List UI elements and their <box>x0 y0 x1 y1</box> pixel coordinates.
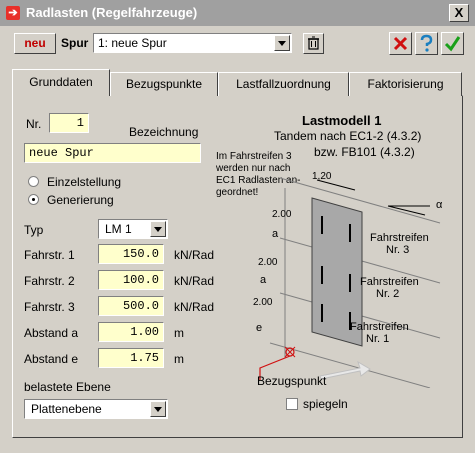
fahrstr2-label: Fahrstr. 2 <box>24 274 75 288</box>
dim-2-00-a: 2.00 <box>272 209 292 220</box>
dim-2-00-c: 2.00 <box>253 297 273 308</box>
note-line: Im Fahrstreifen 3 <box>216 151 292 162</box>
typ-select[interactable]: LM 1 <box>98 219 168 239</box>
tab-faktorisierung[interactable]: Faktorisierung <box>349 72 462 96</box>
angle-label: α <box>436 199 443 211</box>
abstand-e-label: Abstand e <box>24 352 79 366</box>
abstand-a-unit: m <box>174 326 184 340</box>
nr-field[interactable]: 1 <box>49 113 89 133</box>
spiegeln-label: spiegeln <box>303 397 348 411</box>
tab-bezugspunkte[interactable]: Bezugspunkte <box>110 72 218 96</box>
fahrstr2-unit: kN/Rad <box>174 274 215 288</box>
new-button[interactable]: neu <box>14 33 56 54</box>
bezeichnung-label: Bezeichnung <box>129 125 199 139</box>
window-title: Radlasten (Regelfahrzeuge) <box>26 5 198 20</box>
help-button[interactable] <box>415 32 438 55</box>
diagram-line1: Tandem nach EC1-2 (4.3.2) <box>274 129 422 143</box>
abstand-e-unit: m <box>174 352 184 366</box>
lane1-label-a: Fahrstreifen <box>350 321 409 333</box>
lane2-label-b: Nr. 2 <box>376 288 400 300</box>
fahrstr1-label: Fahrstr. 1 <box>24 248 75 262</box>
radio-einzelstellung-label: Einzelstellung <box>47 175 122 189</box>
spur-select[interactable]: 1: neue Spur <box>93 33 292 53</box>
checkmark-icon <box>444 36 461 52</box>
lane1-label-b: Nr. 1 <box>366 333 390 345</box>
lane2-label-a: Fahrstreifen <box>360 276 419 288</box>
spur-select-value: 1: neue Spur <box>98 36 167 50</box>
trash-icon <box>308 36 319 50</box>
ebene-label: belastete Ebene <box>24 380 111 394</box>
chevron-down-icon[interactable] <box>274 35 290 51</box>
dim-top: 1,20 <box>312 171 332 182</box>
tab-lastfallzuordnung[interactable]: Lastfallzuordnung <box>218 72 349 96</box>
lane3-label-a: Fahrstreifen <box>370 232 429 244</box>
diagram-line2: bzw. FB101 (4.3.2) <box>314 145 415 159</box>
title-bar: ➔ Radlasten (Regelfahrzeuge) X <box>0 0 475 26</box>
typ-label: Typ <box>24 223 44 237</box>
abstand-e-field[interactable]: 1.75 <box>98 348 164 368</box>
fahrstr3-unit: kN/Rad <box>174 300 215 314</box>
ebene-select-value: Plattenebene <box>31 402 102 416</box>
fahrstr2-field[interactable]: 100.0 <box>98 270 164 290</box>
abstand-a-label: Abstand a <box>24 326 79 340</box>
fahrstr3-label: Fahrstr. 3 <box>24 300 75 314</box>
spur-label: Spur <box>61 36 89 50</box>
ebene-select[interactable]: Plattenebene <box>24 399 168 419</box>
abstand-a-field[interactable]: 1.00 <box>98 322 164 342</box>
app-icon: ➔ <box>6 6 20 20</box>
delete-button[interactable] <box>303 33 324 54</box>
radio-generierung[interactable] <box>28 194 39 205</box>
fahrstr1-field[interactable]: 150.0 <box>98 244 164 264</box>
cancel-button[interactable] <box>389 32 412 55</box>
fahrstr1-unit: kN/Rad <box>174 248 215 262</box>
close-button[interactable]: X <box>449 4 469 22</box>
lane3-label-b: Nr. 3 <box>386 244 410 256</box>
spiegeln-checkbox[interactable] <box>286 398 298 410</box>
help-icon <box>420 34 433 52</box>
dim-2-00-b: 2.00 <box>258 257 278 268</box>
radio-generierung-label: Generierung <box>47 193 114 207</box>
bezeichnung-field[interactable]: neue Spur <box>24 143 201 163</box>
chevron-down-icon[interactable] <box>150 401 166 417</box>
dim-a-1: a <box>272 228 279 240</box>
bezugspunkt-label: Bezugspunkt <box>257 374 327 388</box>
nr-label: Nr. <box>26 117 42 131</box>
diagram-title: Lastmodell 1 <box>302 113 382 128</box>
dim-e: e <box>256 322 263 334</box>
typ-select-value: LM 1 <box>105 222 132 236</box>
fahrstr3-field[interactable]: 500.0 <box>98 296 164 316</box>
dim-a-2: a <box>260 274 267 286</box>
chevron-down-icon[interactable] <box>150 221 166 237</box>
radio-einzelstellung[interactable] <box>28 176 39 187</box>
ok-button[interactable] <box>441 32 464 55</box>
red-x-icon <box>393 36 408 51</box>
tab-grunddaten[interactable]: Grunddaten <box>12 69 110 96</box>
